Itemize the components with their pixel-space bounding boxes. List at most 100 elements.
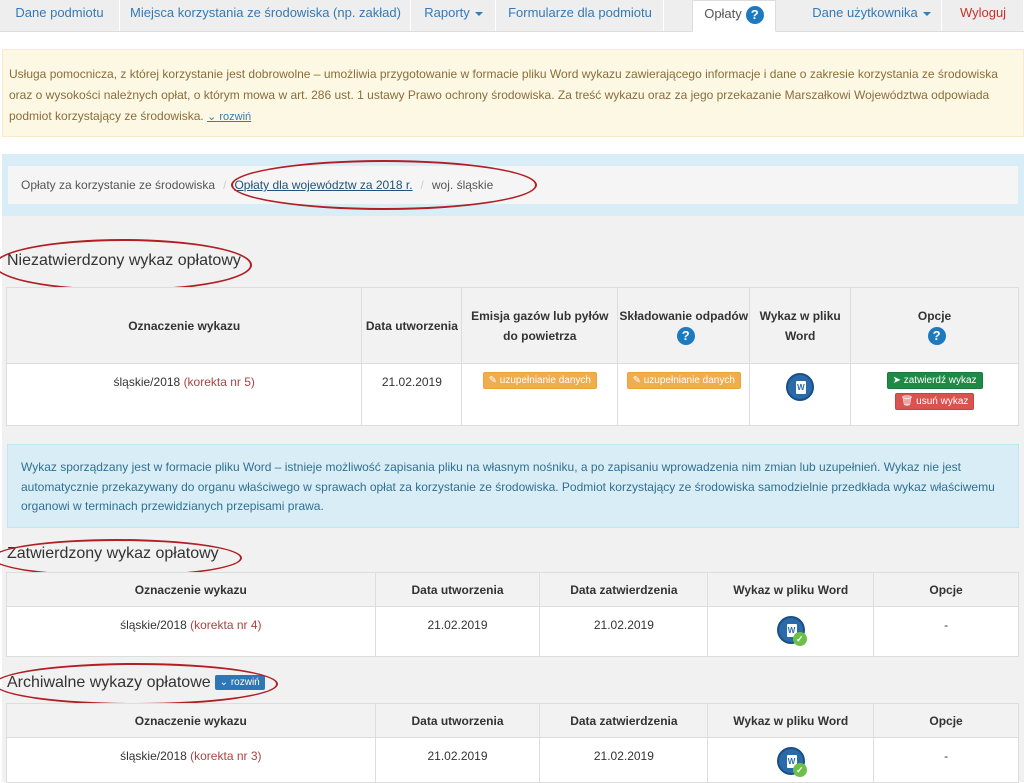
archive-expand-button[interactable]: ⌄ rozwiń (214, 675, 265, 691)
column-header: Wykaz w pliku Word (707, 572, 875, 607)
trash-icon: 🗑 (900, 396, 914, 407)
tab-label: Formularze dla podmiotu (508, 5, 652, 20)
archive-table: Oznaczenie wykazu Data utworzenia Data z… (6, 703, 1019, 783)
notice-panel: Usługa pomocnicza, z której korzystanie … (2, 49, 1024, 137)
button-label: rozwiń (230, 677, 260, 689)
tab-label: Wyloguj (959, 5, 1007, 20)
cell-date-created: 21.02.2019 (374, 606, 541, 657)
info-text: Wykaz sporządzany jest w formacie pliku … (21, 460, 995, 513)
button-label: uzupełnianie danych (499, 375, 591, 386)
odpady-edit-button[interactable]: ✎ uzupełnianie danych (626, 372, 741, 389)
column-header: Wykaz w pliku Word (749, 287, 852, 364)
cell-name: śląskie/2018 (korekta nr 3) (6, 737, 376, 783)
cell-options: ➤ zatwierdź wykaz 🗑 usuń wykaz (850, 363, 1019, 426)
column-header: Data zatwierdzenia (539, 703, 709, 738)
table-header-row: Oznaczenie wykazu Data utworzenia Emisja… (5, 287, 1019, 364)
emisja-edit-button[interactable]: ✎ uzupełnianie danych (482, 372, 597, 389)
cell-word: W (749, 363, 852, 426)
column-header: Oznaczenie wykazu (5, 287, 363, 364)
cell-date-approved: 21.02.2019 (539, 606, 709, 657)
breadcrumb-panel: Opłaty za korzystanie ze środowiska / Opła… (2, 154, 1024, 216)
word-file-icon[interactable]: W ✓ (776, 616, 807, 646)
column-header: Oznaczenie wykazu (6, 572, 376, 607)
korekta-label: (korekta nr 4) (190, 618, 262, 632)
column-header: Data utworzenia (374, 703, 541, 738)
header-label: Składowanie odpadów (619, 308, 749, 323)
button-label: usuń wykaz (916, 396, 969, 407)
column-header: Data utworzenia (374, 572, 541, 607)
archive-title-text: Archiwalne wykazy opłatowe (7, 674, 211, 691)
cell-date-created: 21.02.2019 (374, 737, 541, 783)
table-row: śląskie/2018 (korekta nr 3) 21.02.2019 2… (6, 737, 1019, 783)
breadcrumb-separator: / (420, 178, 424, 192)
help-icon[interactable]: ? (927, 327, 946, 346)
breadcrumb-current: woj. śląskie (431, 178, 494, 192)
check-icon: ✓ (792, 763, 807, 777)
unapproved-table: Oznaczenie wykazu Data utworzenia Emisja… (5, 287, 1019, 426)
help-icon[interactable]: ? (676, 327, 695, 346)
button-label: zatwierdź wykaz (903, 375, 977, 386)
approved-table: Oznaczenie wykazu Data utworzenia Data z… (6, 572, 1019, 657)
cell-name: śląskie/2018 (korekta nr 4) (6, 606, 376, 657)
wykaz-name: śląskie/2018 (120, 749, 187, 763)
tab-dane-podmiotu[interactable]: Dane podmiotu (0, 0, 120, 31)
help-icon[interactable]: ? (745, 5, 764, 24)
word-file-icon[interactable]: W ✓ (776, 747, 807, 777)
breadcrumb-root: Opłaty za korzystanie ze środowiska (21, 178, 216, 192)
cell-emisja: ✎ uzupełnianie danych (461, 363, 619, 426)
notice-text: Usługa pomocnicza, z której korzystanie … (9, 67, 998, 123)
notice-expand-link[interactable]: ⌄ rozwiń (207, 111, 251, 123)
info-panel: Wykaz sporządzany jest w formacie pliku … (7, 444, 1019, 528)
breadcrumb: Opłaty za korzystanie ze środowiska / Opła… (8, 166, 1018, 204)
top-nav: Dane podmiotu Miejsca korzystania ze śro… (0, 0, 1024, 32)
word-letter: W (797, 383, 805, 392)
breadcrumb-link[interactable]: Opłaty dla województw za 2018 r. (234, 178, 412, 192)
cell-word: W ✓ (707, 737, 875, 783)
chevron-down-icon (922, 11, 931, 16)
column-header: Składowanie odpadów? (617, 287, 751, 364)
header-label: Opcje (917, 308, 952, 323)
pencil-icon: ✎ (488, 375, 498, 386)
cell-options: - (873, 737, 1019, 783)
korekta-label: (korekta nr 3) (190, 749, 262, 763)
cell-name: śląskie/2018 (korekta nr 5) (5, 363, 363, 426)
approve-button[interactable]: ➤ zatwierdź wykaz (886, 372, 983, 389)
button-label: uzupełnianie danych (643, 375, 735, 386)
tab-oplaty[interactable]: Opłaty? (692, 0, 776, 32)
column-header: Wykaz w pliku Word (707, 703, 875, 738)
unapproved-title: Niezatwierdzony wykaz opłatowy (7, 252, 241, 269)
word-file-icon[interactable]: W (786, 373, 815, 401)
cell-date: 21.02.2019 (361, 363, 463, 426)
tab-dane-uzytkownika[interactable]: Dane użytkownika (802, 0, 942, 31)
expand-label: rozwiń (219, 111, 252, 123)
table-row: śląskie/2018 (korekta nr 5) 21.02.2019 ✎… (5, 363, 1019, 426)
check-icon: ✓ (792, 632, 807, 646)
table-header-row: Oznaczenie wykazu Data utworzenia Data z… (6, 703, 1019, 738)
tab-label: Miejsca korzystania ze środowiska (np. z… (130, 5, 401, 20)
column-header: Oznaczenie wykazu (6, 703, 376, 738)
tab-wyloguj[interactable]: Wyloguj (943, 0, 1024, 31)
column-header: Opcje? (850, 287, 1019, 364)
tab-label: Opłaty (704, 6, 742, 21)
breadcrumb-separator: / (223, 178, 227, 192)
tab-formularze[interactable]: Formularze dla podmiotu (497, 0, 664, 31)
cell-options: - (873, 606, 1019, 657)
chevron-down-icon (474, 11, 483, 16)
archive-title: Archiwalne wykazy opłatowe ⌄ rozwiń (7, 674, 265, 692)
table-header-row: Oznaczenie wykazu Data utworzenia Data z… (6, 572, 1019, 607)
send-icon: ➤ (892, 375, 901, 386)
approved-title: Zatwierdzony wykaz opłatowy (7, 545, 219, 562)
wykaz-name: śląskie/2018 (120, 618, 187, 632)
cell-word: W ✓ (707, 606, 875, 657)
delete-button[interactable]: 🗑 usuń wykaz (894, 393, 975, 410)
cell-odpady: ✎ uzupełnianie danych (617, 363, 751, 426)
cell-date-approved: 21.02.2019 (539, 737, 709, 783)
column-header: Opcje (873, 703, 1019, 738)
chevron-down-icon: ⌄ (219, 677, 229, 689)
pencil-icon: ✎ (632, 375, 641, 386)
korekta-label: (korekta nr 5) (183, 375, 255, 389)
tab-label: Dane podmiotu (15, 5, 104, 20)
chevron-down-icon: ⌄ (207, 111, 217, 123)
tab-raporty[interactable]: Raporty (412, 0, 496, 31)
tab-miejsca[interactable]: Miejsca korzystania ze środowiska (np. z… (121, 0, 411, 31)
